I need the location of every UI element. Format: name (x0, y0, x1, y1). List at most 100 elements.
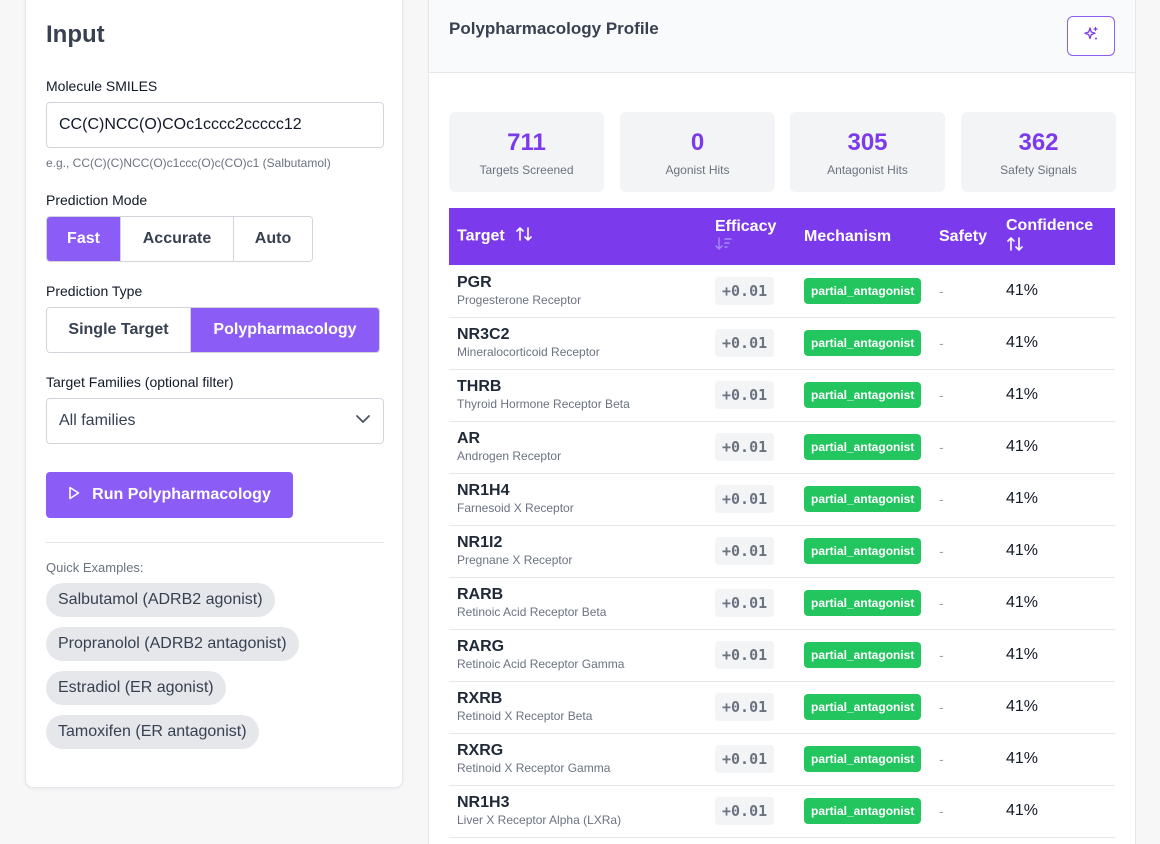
efficacy-value: +0.01 (715, 276, 775, 305)
stat-value: 0 (690, 129, 705, 156)
target-name: Pregnane X Receptor (457, 553, 573, 567)
mechanism-badge: partial_antagonist (804, 277, 922, 304)
example-chip-estradiol[interactable]: Estradiol (ER agonist) (46, 671, 226, 705)
efficacy-cell: +0.01 (707, 733, 796, 786)
efficacy-cell: +0.01 (707, 421, 796, 474)
mode-selector: Fast Accurate Auto (46, 216, 313, 262)
table-row[interactable]: RARG Retinoic Acid Receptor Gamma +0.01 par… (449, 629, 1115, 682)
confidence-cell: 41% (998, 785, 1115, 838)
stat-label: Antagonist Hits (827, 163, 908, 177)
type-selector: Single Target Polypharmacology (46, 307, 380, 353)
mechanism-badge: partial_antagonist (804, 694, 922, 720)
mechanism-badge: partial_antagonist (804, 434, 922, 460)
target-name: Progesterone Receptor (457, 292, 582, 307)
column-confidence-label: Confidence (1006, 216, 1094, 234)
table-row[interactable]: THRB Thyroid Hormone Receptor Beta +0.01 pa… (449, 369, 1115, 422)
target-symbol: RXRB (457, 690, 503, 707)
column-efficacy-label: Efficacy (715, 217, 777, 235)
target-symbol: NR1I2 (457, 534, 503, 551)
mechanism-cell: partial_antagonist (796, 681, 931, 734)
target-name: Thyroid Hormone Receptor Beta (457, 397, 630, 411)
stat-label: Safety Signals (1000, 163, 1077, 177)
mechanism-badge: partial_antagonist (804, 590, 922, 616)
confidence-cell: 41% (998, 577, 1115, 630)
column-efficacy[interactable]: Efficacy (707, 208, 796, 265)
mode-auto-button[interactable]: Auto (234, 217, 312, 261)
type-single-target-button[interactable]: Single Target (47, 308, 191, 352)
confidence-cell: 41% (998, 369, 1115, 422)
efficacy-value: +0.01 (715, 797, 775, 825)
run-polypharmacology-button[interactable]: Run Polypharmacology (46, 472, 293, 518)
target-cell: NR1H4 Farnesoid X Receptor (449, 473, 707, 526)
stat-targets-screened: 711 Targets Screened (449, 112, 604, 192)
safety-cell: - (931, 681, 998, 734)
confidence-cell: 41% (998, 629, 1115, 682)
target-name: Mineralocorticoid Receptor (457, 345, 600, 359)
mode-fast-button[interactable]: Fast (47, 217, 121, 261)
stat-safety-signals: 362 Safety Signals (961, 112, 1116, 192)
target-symbol: RARB (457, 586, 504, 603)
confidence-cell: 41% (998, 733, 1115, 786)
efficacy-value: +0.01 (715, 745, 775, 773)
column-confidence[interactable]: Confidence (998, 208, 1115, 265)
mechanism-cell: partial_antagonist (796, 733, 931, 786)
mode-accurate-button[interactable]: Accurate (121, 217, 234, 261)
safety-cell: - (931, 525, 998, 578)
mechanism-cell: partial_antagonist (796, 473, 931, 526)
efficacy-value: +0.01 (715, 641, 775, 669)
target-name: Retinoic Acid Receptor Beta (457, 605, 607, 619)
target-name: Liver X Receptor Alpha (LXRa) (457, 813, 622, 827)
table-row[interactable]: RARB Retinoic Acid Receptor Beta +0.01 part… (449, 577, 1115, 630)
confidence-cell: 41% (998, 681, 1115, 734)
target-symbol: NR3C2 (457, 326, 510, 343)
target-symbol: RXRG (457, 742, 504, 759)
table-row[interactable]: RXRG Retinoid X Receptor Gamma +0.01 partia… (449, 733, 1115, 786)
table-header-row: Target Efficacy Mechanism Safety Confide… (449, 208, 1115, 265)
mechanism-cell: partial_antagonist (796, 369, 931, 422)
target-name: Retinoic Acid Receptor Gamma (457, 657, 625, 671)
sort-icon[interactable] (515, 225, 533, 248)
table-row[interactable]: NR3C2 Mineralocorticoid Receptor +0.01 part… (449, 317, 1115, 370)
divider (46, 542, 384, 543)
smiles-input[interactable] (46, 102, 384, 148)
table-row[interactable]: NR1H3 Liver X Receptor Alpha (LXRa) +0.01 p… (449, 785, 1115, 838)
column-mechanism: Mechanism (796, 208, 931, 265)
safety-cell: - (931, 317, 998, 370)
mechanism-cell: partial_antagonist (796, 265, 931, 318)
example-chip-propranolol[interactable]: Propranolol (ADRB2 antagonist) (46, 627, 299, 661)
target-name: Retinoid X Receptor Beta (457, 709, 593, 723)
table-row[interactable]: AR Androgen Receptor +0.01 partial_antagoni… (449, 421, 1115, 474)
table-row[interactable]: PGR Progesterone Receptor +0.01 partial_ant… (449, 265, 1115, 318)
example-chip-salbutamol[interactable]: Salbutamol (ADRB2 agonist) (46, 583, 275, 617)
column-safety: Safety (931, 208, 998, 265)
column-target-label: Target (457, 227, 505, 245)
sparkle-button[interactable] (1067, 16, 1115, 56)
sort-desc-icon[interactable] (715, 236, 788, 257)
sort-icon[interactable] (1006, 236, 1107, 258)
results-panel: Polypharmacology Profile 711 Targets Scr… (428, 0, 1136, 844)
example-chip-tamoxifen[interactable]: Tamoxifen (ER antagonist) (46, 715, 259, 749)
mechanism-badge: partial_antagonist (804, 486, 922, 512)
efficacy-cell: +0.01 (707, 317, 796, 370)
table-row[interactable]: RXRB Retinoid X Receptor Beta +0.01 partial… (449, 681, 1115, 734)
stat-label: Targets Screened (479, 163, 574, 177)
results-header: Polypharmacology Profile (429, 0, 1135, 73)
target-cell: RXRB Retinoid X Receptor Beta (449, 681, 707, 734)
type-polypharmacology-button[interactable]: Polypharmacology (191, 308, 379, 352)
table-row[interactable]: NR1I2 Pregnane X Receptor +0.01 partial_ant… (449, 525, 1115, 578)
table-row[interactable]: NR1H4 Farnesoid X Receptor +0.01 partial_an… (449, 473, 1115, 526)
safety-cell: - (931, 733, 998, 786)
chevron-down-icon (355, 411, 371, 432)
efficacy-cell: +0.01 (707, 629, 796, 682)
target-cell: NR1H3 Liver X Receptor Alpha (LXRa) (449, 785, 707, 838)
confidence-cell: 41% (998, 265, 1115, 318)
mechanism-badge: partial_antagonist (804, 330, 922, 356)
target-name: Retinoid X Receptor Gamma (457, 761, 611, 775)
efficacy-cell: +0.01 (707, 265, 796, 318)
confidence-cell: 41% (998, 317, 1115, 370)
families-select[interactable]: All families (46, 398, 384, 444)
column-target[interactable]: Target (449, 208, 707, 265)
target-cell: NR3C2 Mineralocorticoid Receptor (449, 317, 707, 370)
efficacy-value: +0.01 (715, 589, 775, 617)
target-name: Androgen Receptor (457, 449, 562, 463)
